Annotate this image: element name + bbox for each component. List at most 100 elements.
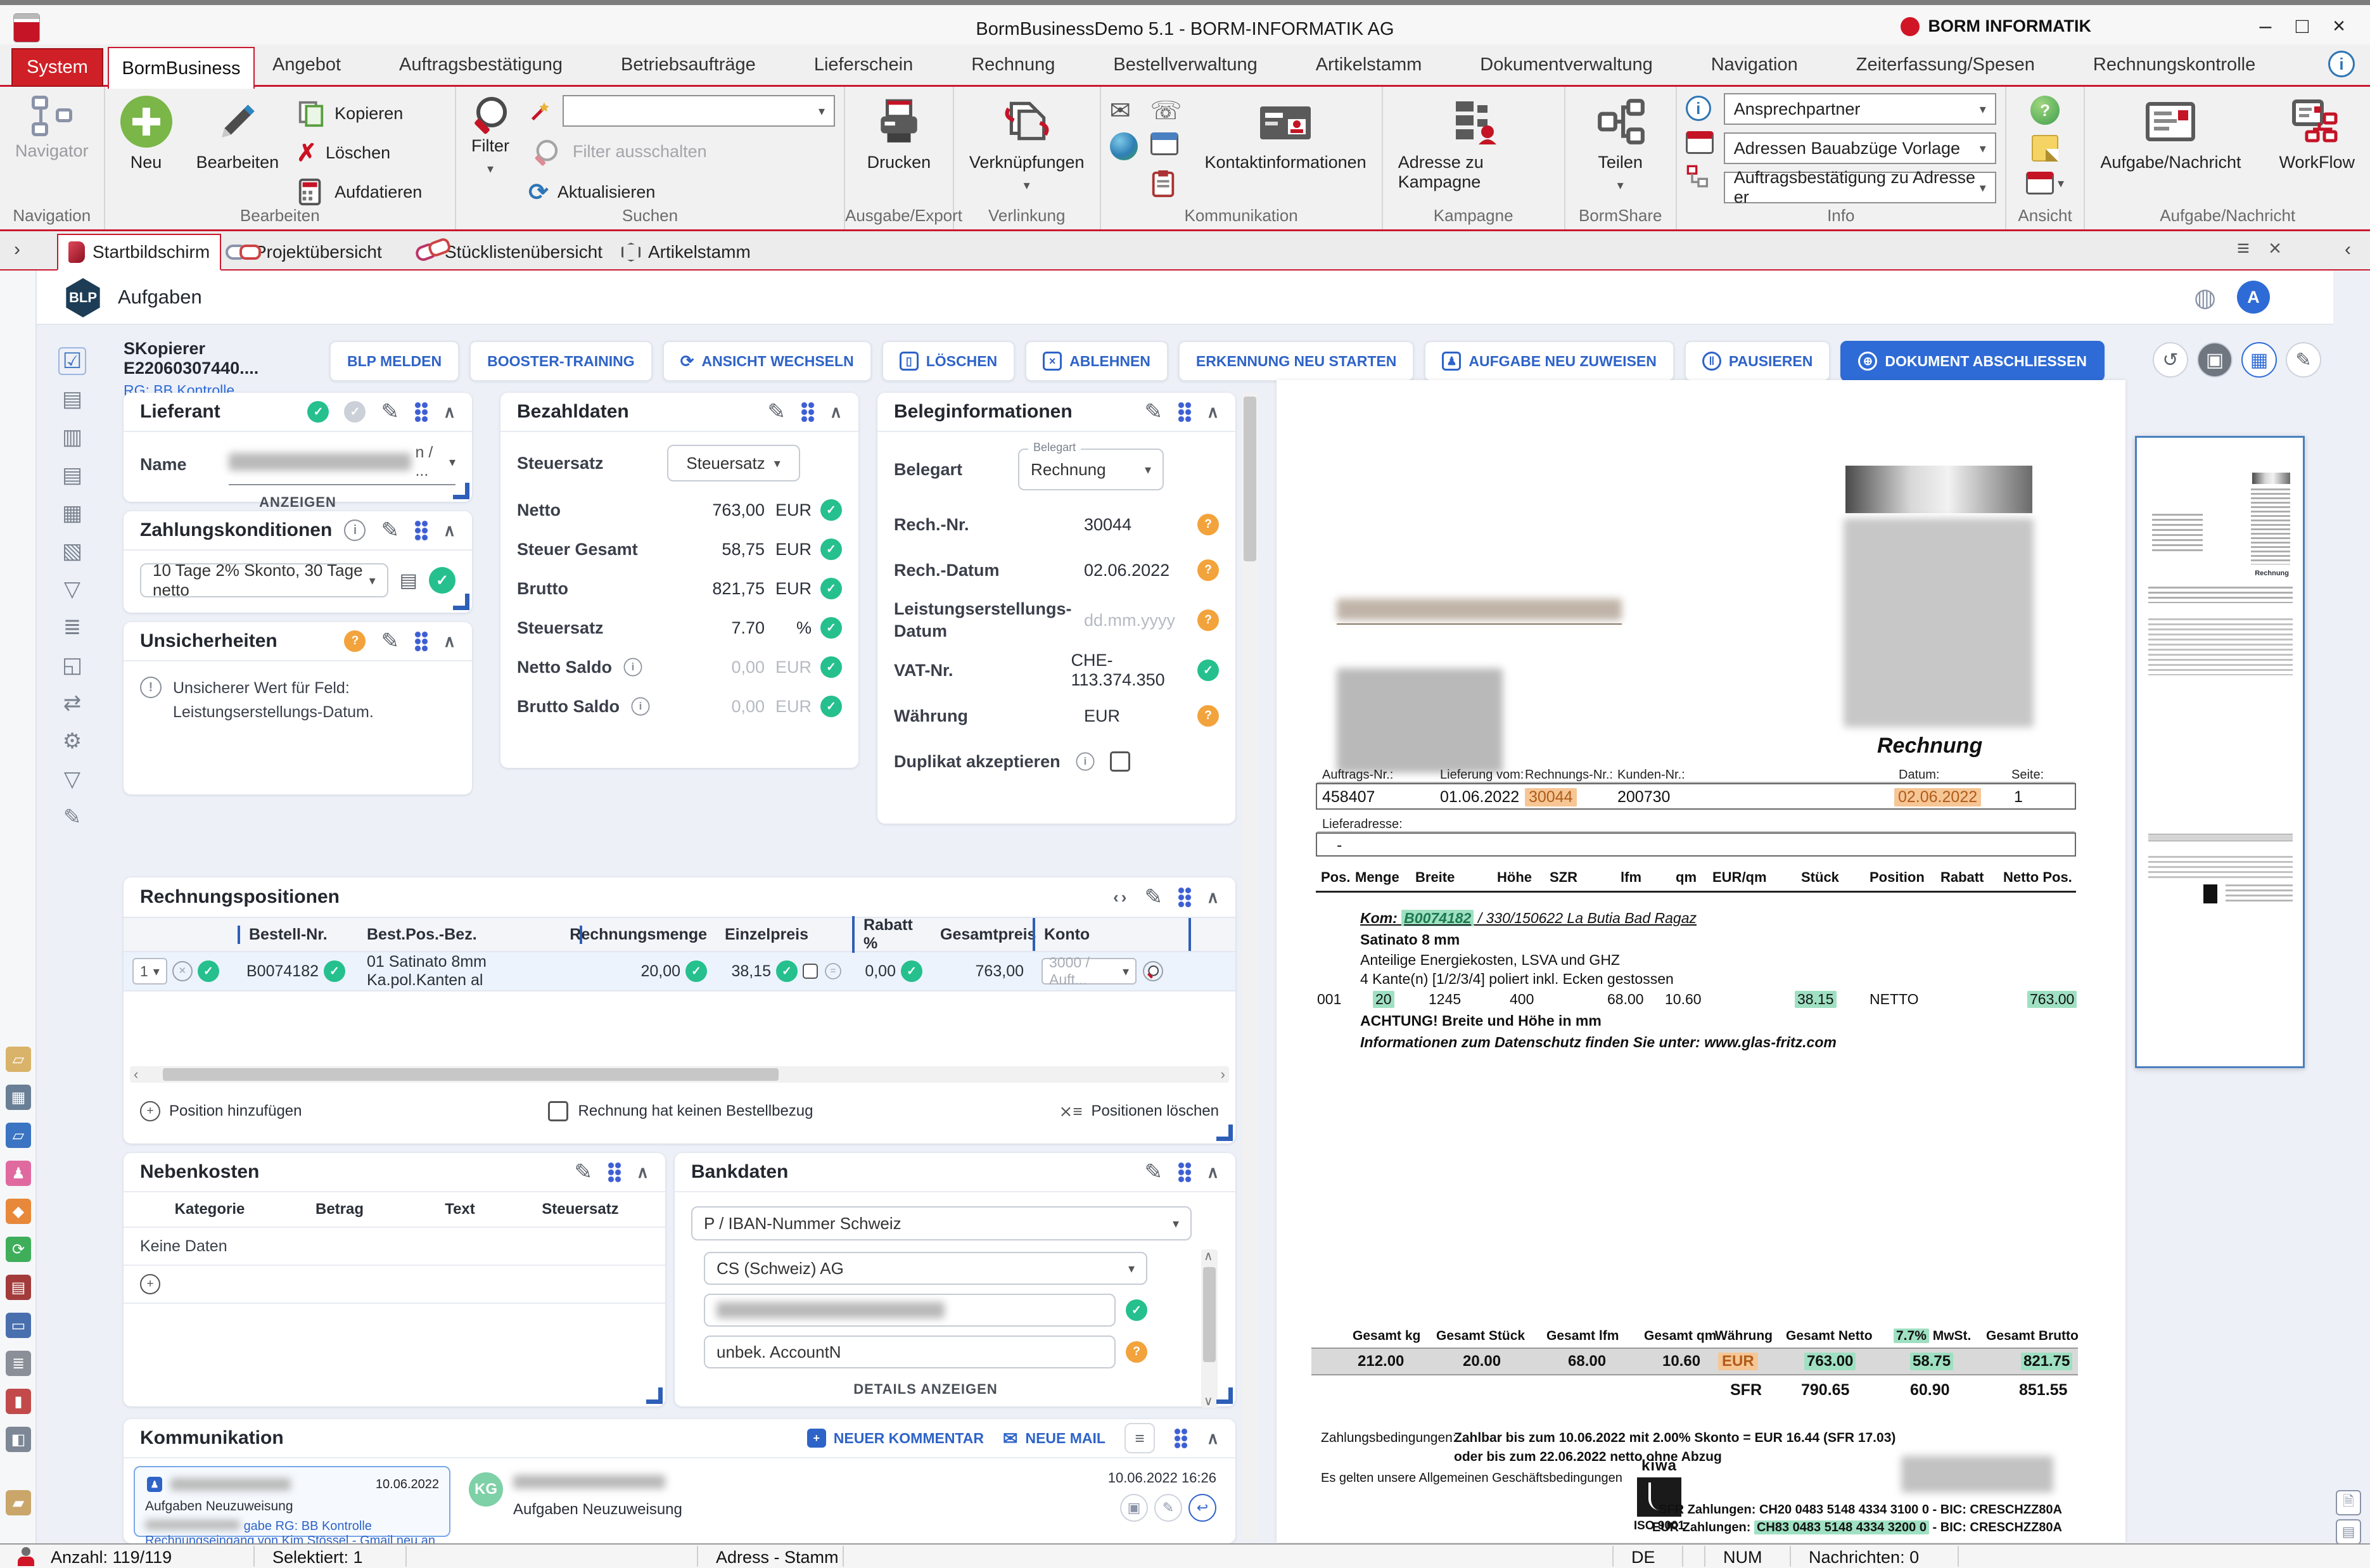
edit-pencil-icon[interactable]: ✎ <box>381 399 399 424</box>
booster-training-button[interactable]: BOOSTER-TRAINING <box>469 341 653 381</box>
menu-tab-auftragsbestaetigung[interactable]: Auftragsbestätigung <box>399 54 563 75</box>
drag-dots-icon[interactable] <box>1178 887 1192 907</box>
belegart-combobox[interactable]: Rechnung▾ <box>1018 449 1164 490</box>
sync-icon[interactable]: ⟳ <box>6 1237 31 1262</box>
drag-dots-icon[interactable] <box>414 631 428 651</box>
doc2-icon[interactable]: ▥ <box>58 423 86 451</box>
invoice-thumbnail[interactable]: Rechnung <box>2135 436 2305 1068</box>
konto-search-icon[interactable] <box>1143 961 1163 981</box>
bankdaten-scrollbar[interactable]: ∧ ∨ <box>1201 1249 1218 1408</box>
remove-icon[interactable]: × <box>172 961 193 981</box>
list-icon[interactable]: ≣ <box>58 613 86 641</box>
menu-tab-rechnung[interactable]: Rechnung <box>971 54 1055 75</box>
filter-messages-button[interactable]: ≡ <box>1124 1423 1155 1453</box>
chart-icon[interactable]: ▮ <box>6 1389 31 1414</box>
kein-bestellbezug-toggle[interactable]: Rechnung hat keinen Bestellbezug <box>548 1101 813 1121</box>
row-number-combobox[interactable]: 1▾ <box>132 958 167 985</box>
edit-pencil-icon[interactable]: ✎ <box>1144 884 1163 910</box>
details-anzeigen-link[interactable]: DETAILS ANZEIGEN <box>704 1381 1147 1398</box>
ansicht-wechseln-button[interactable]: ⟳ANSICHT WECHSELN <box>663 341 872 381</box>
doc5-icon[interactable]: ▧ <box>58 537 86 565</box>
comment-icon[interactable]: ◱ <box>58 651 86 679</box>
neue-mail-button[interactable]: ✉ NEUE MAIL <box>1003 1428 1105 1449</box>
help-info-icon[interactable]: i <box>2328 51 2355 77</box>
neuer-kommentar-button[interactable]: + NEUER KOMMENTAR <box>807 1429 984 1448</box>
tab-stuecklistenuebersicht[interactable]: Stücklistenübersicht <box>405 234 613 271</box>
swap-icon[interactable]: ⇄ <box>58 689 86 717</box>
bank-combobox[interactable]: CS (Schweiz) AG▾ <box>704 1252 1147 1285</box>
globe-icon[interactable] <box>1110 132 1138 160</box>
adresse-zu-kampagne-button[interactable]: Adresse zu Kampagne <box>1392 93 1555 194</box>
tab-artikelstamm[interactable]: Artikelstamm <box>611 234 761 271</box>
resize-corner[interactable] <box>1216 1125 1233 1141</box>
positionen-data-row[interactable]: 1▾ × ✓ B0074182✓ 01 Satinato 8mm Ka.pol.… <box>124 952 1235 991</box>
erkennung-neu-starten-button[interactable]: ERKENNUNG NEU STARTEN <box>1178 341 1414 381</box>
right-collapse-chevron-icon[interactable]: ‹ <box>2345 239 2351 260</box>
clipboard-list-icon[interactable]: ≣ <box>6 1351 31 1376</box>
filter-ausschalten-button[interactable]: Filter ausschalten <box>528 135 835 168</box>
price-checkbox[interactable] <box>803 964 818 979</box>
zahlungskonditionen-combobox[interactable]: 10 Tage 2% Skonto, 30 Tage netto▾ <box>140 563 388 597</box>
ansprechpartner-combobox[interactable]: Ansprechpartner▾ <box>1724 93 1996 125</box>
folder-blue-icon[interactable]: ▱ <box>6 1123 31 1148</box>
minimize-button[interactable]: – <box>2247 14 2284 39</box>
drag-dots-icon[interactable] <box>414 402 428 422</box>
resize-corner[interactable] <box>1216 1387 1233 1404</box>
info-icon[interactable]: i <box>624 658 642 677</box>
navigator-button[interactable]: Navigator <box>9 93 95 163</box>
monitor-icon[interactable] <box>1150 132 1178 155</box>
drag-dots-icon[interactable] <box>608 1162 621 1182</box>
collapse-chevron-icon[interactable]: ∧ <box>1207 402 1219 422</box>
tab-options-icon[interactable]: ≡ <box>2237 236 2250 261</box>
drag-dots-icon[interactable] <box>1174 1428 1188 1448</box>
copy-view-button[interactable]: ▣ <box>2197 342 2233 378</box>
positionen-loeschen-button[interactable]: ⨯≡ Positionen löschen <box>1059 1102 1219 1121</box>
list-icon[interactable]: ▤ <box>400 570 417 592</box>
collapse-chevron-icon[interactable]: ∧ <box>443 402 456 422</box>
kontaktinformationen-button[interactable]: Kontaktinformationen <box>1199 93 1373 175</box>
expand-icons[interactable]: ‹› <box>1113 888 1129 907</box>
resize-corner[interactable] <box>453 594 469 610</box>
edit-doc-icon[interactable]: ✎ <box>58 803 86 831</box>
message-card[interactable]: ♟ 10.06.2022 Aufgaben Neuzuweisung gabe … <box>134 1466 450 1537</box>
blp-melden-button[interactable]: BLP MELDEN <box>329 341 459 381</box>
neu-button[interactable]: Neu <box>114 93 179 175</box>
menu-tab-lieferschein[interactable]: Lieferschein <box>814 54 913 75</box>
collapse-chevron-icon[interactable]: ∧ <box>1207 1163 1219 1182</box>
edit-pencil-icon[interactable]: ✎ <box>381 628 399 654</box>
drag-dots-icon[interactable] <box>801 402 815 422</box>
mail-icon[interactable]: ✉ <box>1110 98 1142 124</box>
menu-tab-bormbusiness[interactable]: BormBusiness <box>108 47 255 89</box>
collapse-chevron-icon[interactable]: ∧ <box>443 521 456 540</box>
window-view-icon[interactable] <box>2026 172 2054 194</box>
aufgabe-neu-zuweisen-button[interactable]: ♟AUFGABE NEU ZUWEISEN <box>1424 341 1674 381</box>
page-tool-icon-2[interactable]: ▤ <box>2336 1519 2361 1545</box>
box-icon[interactable]: ◧ <box>6 1427 31 1452</box>
edit-pencil-icon[interactable]: ✎ <box>1144 1159 1163 1185</box>
info-icon[interactable]: i <box>1076 753 1094 771</box>
aufgabe-nachricht-button[interactable]: Aufgabe/Nachricht <box>2094 93 2247 175</box>
checklist-icon[interactable]: ☑ <box>58 347 86 375</box>
edit-msg-button[interactable]: ✎ <box>1154 1494 1182 1522</box>
anzeigen-link[interactable]: ANZEIGEN <box>124 494 472 511</box>
panel-scrollbar[interactable] <box>1242 393 1258 1539</box>
aktualisieren-button[interactable]: ⟳ Aktualisieren <box>528 175 835 208</box>
konto-combobox[interactable]: 3000 / Auft...▾ <box>1042 958 1137 985</box>
menu-tab-angebot[interactable]: Angebot <box>272 54 341 75</box>
user-avatar[interactable]: A <box>2237 281 2270 314</box>
aufdatieren-button[interactable]: Aufdatieren <box>296 175 422 208</box>
archive-msg-button[interactable]: ▣ <box>1120 1494 1148 1522</box>
menu-system[interactable]: System <box>11 48 103 87</box>
truck-icon[interactable]: ▭ <box>6 1313 31 1338</box>
tab-close-icon[interactable]: × <box>2269 236 2281 261</box>
info-icon[interactable]: i <box>632 698 650 716</box>
menu-tab-navigation[interactable]: Navigation <box>1711 54 1798 75</box>
menu-tab-rechnungskontrolle[interactable]: Rechnungskontrolle <box>2093 54 2255 75</box>
tab-startbildschirm[interactable]: Startbildschirm <box>57 234 221 271</box>
menu-tab-zeiterfassung[interactable]: Zeiterfassung/Spesen <box>1856 54 2035 75</box>
positionen-hscrollbar[interactable]: ‹› <box>130 1066 1229 1083</box>
help-sphere-icon[interactable]: ? <box>2030 96 2060 125</box>
lieferant-name-field[interactable]: n / ... ▾ <box>229 443 456 485</box>
account-field[interactable]: unbek. AccountN <box>704 1335 1116 1368</box>
verknuepfungen-button[interactable]: Verknüpfungen ▾ <box>963 93 1091 196</box>
